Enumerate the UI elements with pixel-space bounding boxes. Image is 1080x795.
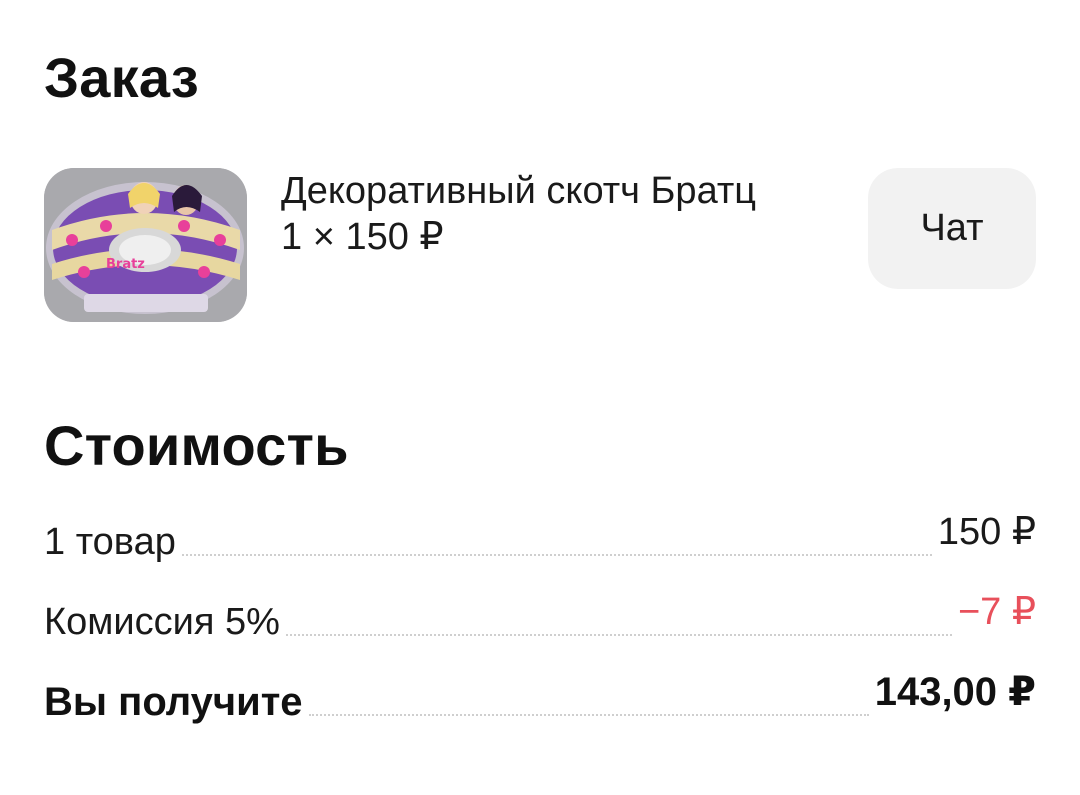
product-info: Декоративный скотч Братц 1 × 150 ₽ [281,168,851,260]
commission-value: −7 ₽ [957,591,1036,633]
cost-row-value: 150 ₽ [937,511,1036,553]
product-image-brand-text: Bratz [106,257,145,272]
dotted-leader [308,714,869,716]
cost-row-commission: Комиссия 5% −7 ₽ [44,591,1036,644]
product-image[interactable]: Bratz [44,168,247,322]
cost-row-label: Комиссия 5% [44,601,280,643]
cost-row-label: 1 товар [44,521,176,563]
product-image-graphic: Bratz [44,168,247,322]
cost-title: Стоимость [44,414,349,477]
cost-row-items: 1 товар 150 ₽ [44,511,1036,564]
order-title: Заказ [44,46,199,109]
total-value: 143,00 ₽ [874,670,1036,714]
total-label: Вы получите [44,680,303,724]
product-name[interactable]: Декоративный скотч Братц [281,168,851,214]
dotted-leader [285,634,952,636]
chat-button[interactable]: Чат [868,168,1036,289]
cost-row-total: Вы получите 143,00 ₽ [44,670,1036,724]
product-quantity-price: 1 × 150 ₽ [281,216,444,258]
dotted-leader [181,554,932,556]
